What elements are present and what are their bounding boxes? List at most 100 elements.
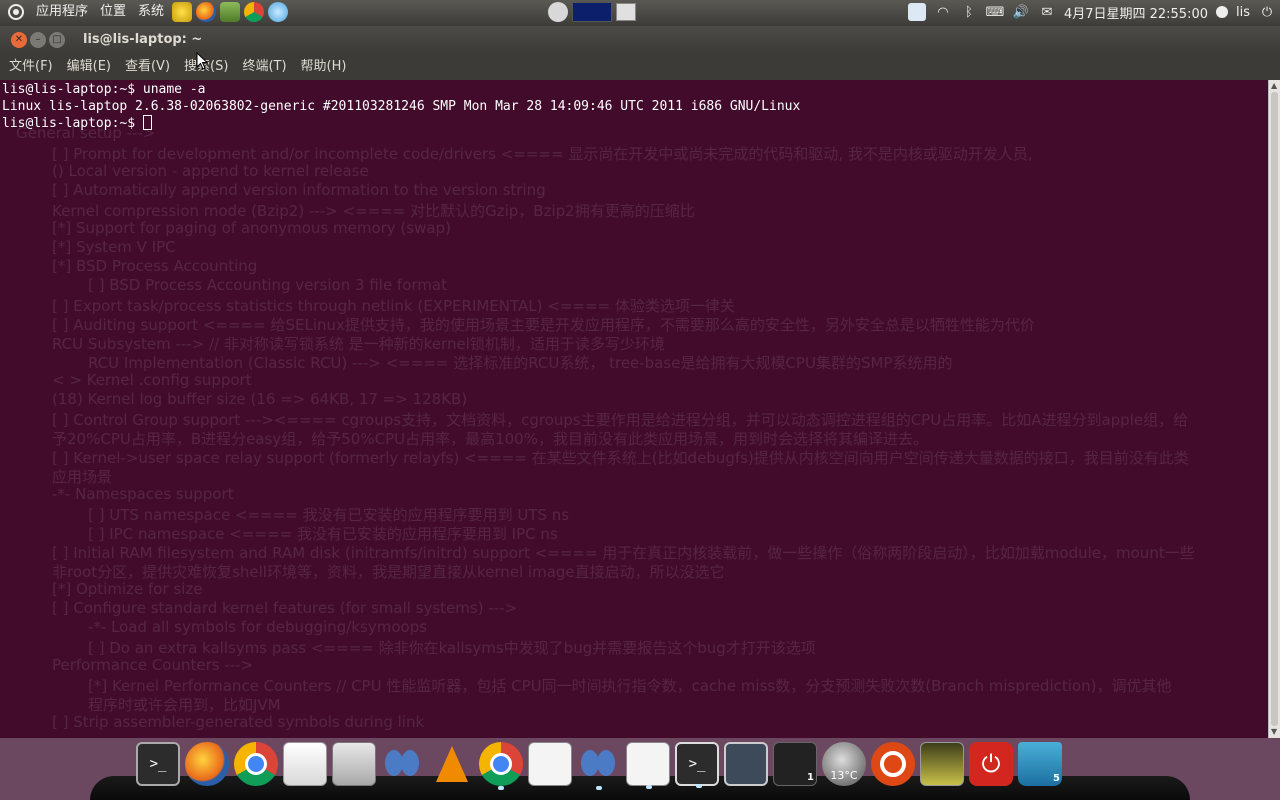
power-menu-icon[interactable]: ⏻ <box>1258 3 1276 21</box>
terminal-scrollbar[interactable]: ▲ ▼ <box>1268 80 1280 738</box>
system-monitor-graph[interactable] <box>572 2 612 22</box>
trash-icon[interactable]: 5 <box>1018 742 1062 786</box>
bg-line: () Local version - append to kernel rele… <box>52 162 369 180</box>
book-launcher-icon[interactable] <box>220 2 241 22</box>
terminal-area[interactable]: General setup ---> [ ] Prompt for develo… <box>0 80 1268 738</box>
network-manager-icon[interactable] <box>907 3 926 21</box>
running-indicator <box>498 786 504 790</box>
running-indicator <box>696 784 702 788</box>
maximize-icon[interactable]: □ <box>49 31 65 48</box>
wifi-icon[interactable]: ◠ <box>934 3 952 21</box>
bg-line: [ ] Strip assembler-generated symbols du… <box>52 713 425 731</box>
weather-temperature: 13°C <box>830 769 858 782</box>
bg-line: 非root分区，提供灾难恢复shell环境等，资料，我是期望直接从kernel … <box>52 563 725 581</box>
terminal-icon-glyph: >_ <box>688 756 706 772</box>
menu-terminal[interactable]: 终端(T) <box>235 53 293 80</box>
bg-line: [ ] Export task/process statistics throu… <box>52 297 735 315</box>
bg-line: < > Kernel .config support <box>52 371 252 389</box>
bg-line: [ ] Configure standard kernel features (… <box>52 599 518 617</box>
chrome-launcher-icon[interactable] <box>244 2 265 22</box>
bg-line: -*- Load all symbols for debugging/ksymo… <box>88 618 428 636</box>
menu-help[interactable]: 帮助(H) <box>294 53 354 80</box>
vlc-icon[interactable] <box>430 742 474 786</box>
menu-edit[interactable]: 编辑(E) <box>60 53 118 80</box>
bg-line: -*- Namespaces support <box>52 485 234 503</box>
bg-line: RCU Implementation (Classic RCU) ---> <=… <box>88 354 953 372</box>
qq-launcher-icon[interactable] <box>172 2 193 22</box>
bg-line: [ ] Initial RAM filesystem and RAM disk … <box>52 544 1195 562</box>
bg-line: 予20%CPU占用率，B进程分easy组，给予50%CPU占用率，最高100%，… <box>52 430 928 448</box>
chrome-icon[interactable] <box>234 742 278 786</box>
bg-line: 程序时或许会用到，比如JVM <box>88 696 281 714</box>
scroll-down-icon[interactable]: ▼ <box>1271 728 1279 736</box>
user-status-icon <box>1216 6 1228 18</box>
bluetooth-icon[interactable]: ᛒ <box>960 3 978 21</box>
running-indicator <box>596 786 602 790</box>
menu-places[interactable]: 位置 <box>94 0 132 24</box>
window-title: lis@lis-laptop: ~ <box>83 32 203 47</box>
window-thumbnail-icon[interactable] <box>528 742 572 786</box>
mail-icon[interactable] <box>283 742 327 786</box>
firefox-window-icon[interactable] <box>626 742 670 789</box>
ubuntu-icon[interactable] <box>871 742 915 786</box>
terminal-icon[interactable]: >_ <box>136 742 180 786</box>
bg-line: [*] System V IPC <box>52 238 176 256</box>
trash-badge: 5 <box>1053 773 1060 784</box>
bg-line: RCU Subsystem ---> // 非对称读写锁系统 是一种新的kern… <box>52 335 665 353</box>
running-indicator <box>646 785 652 789</box>
screenshot-applet-icon[interactable] <box>616 3 636 21</box>
bg-line: [ ] BSD Process Accounting version 3 fil… <box>88 276 447 294</box>
bg-line: [*] BSD Process Accounting <box>52 257 258 275</box>
terminal-line: lis@lis-laptop:~$ uname -a <box>2 82 206 97</box>
bg-line: [*] Support for paging of anonymous memo… <box>52 219 451 237</box>
menu-applications[interactable]: 应用程序 <box>30 0 94 24</box>
bg-line: [ ] Auditing support <==== 给SELinux提供支持，… <box>52 316 1035 334</box>
bg-line: Performance Counters ---> <box>52 656 254 674</box>
calculator-icon[interactable] <box>332 742 376 786</box>
terminal-menubar: 文件(F) 编辑(E) 查看(V) 搜索(S) 终端(T) 帮助(H) <box>0 53 1280 80</box>
bg-line: [ ] Prompt for development and/or incomp… <box>52 145 1033 163</box>
firefox-launcher-icon[interactable] <box>196 2 217 22</box>
bg-line: [*] Optimize for size <box>52 580 203 598</box>
scrollbar-thumb[interactable] <box>1271 92 1278 726</box>
speedometer-icon[interactable] <box>548 2 568 22</box>
window-titlebar[interactable]: ✕ – □ lis@lis-laptop: ~ <box>0 26 1280 53</box>
bg-line: [ ] IPC namespace <==== 我没有已安装的应用程序要用到 I… <box>88 525 558 543</box>
pidgin-icon[interactable] <box>381 742 425 786</box>
chrome-window-icon[interactable] <box>479 742 523 790</box>
ubuntu-logo-icon[interactable] <box>8 4 24 20</box>
terminal-icon-glyph: >_ <box>149 756 167 772</box>
scroll-up-icon[interactable]: ▲ <box>1271 82 1279 90</box>
terminal-output[interactable]: lis@lis-laptop:~$ uname -a Linux lis-lap… <box>2 81 800 132</box>
firefox-icon[interactable] <box>185 742 229 786</box>
pidgin-launcher-icon[interactable] <box>268 2 289 22</box>
dock: >_ >_ 1 13°C ⏻ 5 <box>136 740 1062 790</box>
menu-view[interactable]: 查看(V) <box>118 53 177 80</box>
pidgin-window-icon[interactable] <box>577 742 621 790</box>
minimize-icon[interactable]: – <box>30 31 46 48</box>
workspace-switcher-icon[interactable]: 1 <box>773 742 817 786</box>
terminal-window-icon[interactable]: >_ <box>675 742 719 788</box>
volume-icon[interactable]: 🔊 <box>1012 3 1030 21</box>
background-document: General setup ---> [ ] Prompt for develo… <box>0 80 1268 738</box>
photo-icon[interactable] <box>920 742 964 786</box>
mouse-pointer-icon <box>196 52 208 70</box>
menu-file[interactable]: 文件(F) <box>2 53 60 80</box>
menu-system[interactable]: 系统 <box>132 0 170 24</box>
keyboard-icon[interactable]: ⌨ <box>986 3 1005 21</box>
bg-line: [ ] Do an extra kallsyms pass <==== 除非你在… <box>88 639 816 657</box>
text-cursor <box>142 115 152 130</box>
bg-line: [ ] Automatically append version informa… <box>52 181 546 199</box>
bg-line: (18) Kernel log buffer size (16 => 64KB,… <box>52 390 468 408</box>
user-name[interactable]: lis <box>1236 5 1250 20</box>
power-icon[interactable]: ⏻ <box>969 742 1013 786</box>
mail-indicator-icon[interactable]: ✉ <box>1038 3 1056 21</box>
display-icon[interactable] <box>724 742 768 786</box>
bg-line: [ ] Control Group support ---><==== cgro… <box>52 411 1189 429</box>
weather-icon[interactable]: 13°C <box>822 742 866 786</box>
bg-line: [ ] UTS namespace <==== 我没有已安装的应用程序要用到 U… <box>88 506 570 524</box>
top-panel: 应用程序 位置 系统 ◠ ᛒ ⌨ 🔊 ✉ 4月7日星期四 22:55:00 li… <box>0 0 1280 24</box>
close-icon[interactable]: ✕ <box>11 31 27 48</box>
clock[interactable]: 4月7日星期四 22:55:00 <box>1064 3 1208 22</box>
bg-line: [ ] Kernel->user space relay support (fo… <box>52 449 1189 467</box>
